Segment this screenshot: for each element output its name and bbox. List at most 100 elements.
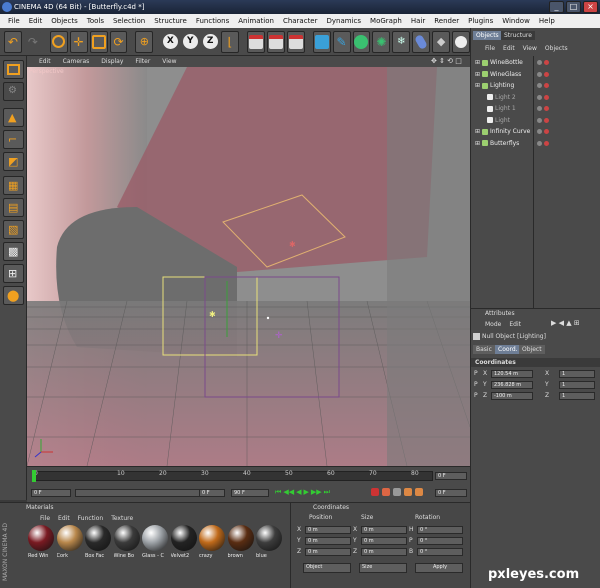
render-visibility-dot[interactable] [544, 71, 549, 77]
menu-file[interactable]: File [8, 17, 20, 25]
tab-coord[interactable]: Coord. [495, 345, 521, 354]
fps-field[interactable]: 0 F [435, 489, 467, 497]
go-end-icon[interactable]: ⏭ [324, 488, 330, 498]
tab-basic[interactable]: Basic [473, 345, 495, 354]
object-tree-item[interactable]: ⊞ Butterflys [475, 138, 535, 149]
position-field[interactable]: 0 m [305, 526, 351, 534]
menu-plugins[interactable]: Plugins [468, 17, 493, 25]
play-icon[interactable]: ▶ [303, 488, 308, 498]
menu-objects[interactable]: Objects [51, 17, 77, 25]
size-mode-select[interactable]: Size [359, 563, 407, 573]
menu-structure[interactable]: Structure [154, 17, 187, 25]
snap-button[interactable]: ⊞ [3, 264, 24, 283]
menu-tools[interactable]: Tools [87, 17, 104, 25]
editor-visibility-dot[interactable] [537, 140, 542, 146]
render-visibility-dot[interactable] [544, 60, 549, 65]
playback-controls[interactable]: ⏮ ◀◀ ◀ ▶ ▶▶ ⏭ [275, 488, 365, 498]
material-swatch[interactable] [85, 525, 111, 551]
editor-visibility-dot[interactable] [537, 71, 542, 77]
points-mode-button[interactable]: ▲ [3, 108, 24, 127]
attributes-menu-mode[interactable]: Mode [485, 321, 501, 328]
editor-visibility-dot[interactable] [537, 106, 542, 111]
position-value-field[interactable]: 120.54 m [491, 370, 533, 378]
spline-button[interactable]: ✎ [332, 30, 351, 53]
camera-button[interactable]: ◆ [432, 30, 451, 53]
position-field[interactable]: 0 m [305, 548, 351, 556]
apply-button[interactable]: Apply [415, 563, 463, 573]
expand-icon[interactable]: ⊞ [475, 138, 480, 149]
render-settings-button[interactable] [286, 30, 305, 53]
render-visibility-dot[interactable] [544, 83, 549, 88]
menu-render[interactable]: Render [434, 17, 459, 25]
editor-visibility-dot[interactable] [537, 129, 542, 134]
play-back-icon[interactable]: ◀ [296, 488, 301, 498]
go-start-icon[interactable]: ⏮ [275, 488, 281, 498]
material-swatch[interactable] [142, 525, 168, 551]
rotate-tool-button[interactable]: ⟳ [109, 30, 128, 53]
render-visibility-dot[interactable] [544, 140, 549, 146]
recent-tool-button[interactable]: ⊕ [135, 30, 154, 53]
object-tree-item[interactable]: ⊞ WineGlass [475, 69, 535, 80]
scale-value-field[interactable]: 1 [559, 381, 595, 389]
viewport-menu-edit[interactable]: Edit [39, 58, 51, 65]
scale-value-field[interactable]: 1 [559, 370, 595, 378]
menu-animation[interactable]: Animation [238, 17, 274, 25]
polygons-mode-button[interactable]: ◩ [3, 152, 24, 171]
maximize-button[interactable]: □ [566, 1, 581, 13]
material-swatch[interactable] [28, 525, 54, 551]
material-swatch[interactable] [227, 525, 254, 551]
menu-functions[interactable]: Functions [196, 17, 229, 25]
render-visibility-dot[interactable] [544, 106, 549, 111]
position-value-field[interactable]: -100 m [491, 392, 533, 400]
position-field[interactable]: 0 m [305, 537, 351, 545]
menu-dynamics[interactable]: Dynamics [327, 17, 362, 25]
material-swatch[interactable] [199, 525, 225, 551]
render-picture-viewer-button[interactable] [266, 30, 285, 53]
position-value-field[interactable]: 236.828 m [491, 381, 533, 389]
rotation-field[interactable]: 0 ° [417, 548, 463, 556]
objects-menu-edit[interactable]: Edit [503, 45, 515, 52]
material-swatch[interactable] [56, 525, 83, 551]
playhead[interactable] [32, 470, 36, 482]
tab-object[interactable]: Object [519, 345, 545, 354]
object-tree-item[interactable]: ⊞ WineBottle [475, 57, 535, 68]
materials-menu-function[interactable]: Function [78, 515, 104, 522]
size-field[interactable]: 0 m [361, 526, 407, 534]
size-field[interactable]: 0 m [361, 548, 407, 556]
prev-key-icon[interactable]: ◀◀ [283, 488, 294, 498]
render-visibility-dot[interactable] [544, 117, 549, 123]
expand-icon[interactable]: ⊞ [475, 69, 480, 80]
scale-key-icon[interactable] [415, 488, 423, 496]
tab-structure[interactable]: Structure [501, 31, 535, 40]
materials-menu-edit[interactable]: Edit [58, 515, 70, 522]
editor-visibility-dot[interactable] [537, 83, 542, 88]
tweak-mode-button[interactable]: ▩ [3, 242, 24, 261]
rotation-field[interactable]: 0 ° [417, 526, 463, 534]
editor-visibility-dot[interactable] [537, 94, 542, 100]
edges-mode-button[interactable]: ⌐ [3, 130, 24, 149]
viewport-menu-cameras[interactable]: Cameras [63, 58, 90, 65]
next-key-icon[interactable]: ▶▶ [311, 488, 322, 498]
menu-hair[interactable]: Hair [411, 17, 425, 25]
workplane-button[interactable]: ▧ [3, 220, 24, 239]
locked-workplane-button[interactable]: ⬤ [3, 286, 24, 305]
size-field[interactable]: 0 m [361, 537, 407, 545]
z-axis-button[interactable]: Z [201, 30, 220, 53]
position-key-icon[interactable] [404, 488, 412, 496]
material-swatch[interactable] [170, 525, 197, 551]
undo-button[interactable]: ↶ [4, 30, 22, 53]
expand-icon[interactable]: ⊞ [475, 57, 480, 68]
move-tool-button[interactable]: ✛ [69, 30, 88, 53]
render-view-button[interactable] [246, 30, 265, 53]
expand-icon[interactable]: ⊞ [475, 126, 480, 137]
menu-selection[interactable]: Selection [113, 17, 145, 25]
range-end-field[interactable]: 0 F [199, 489, 225, 497]
array-button[interactable]: ✺ [372, 30, 391, 53]
max-frame-field[interactable]: 90 F [231, 489, 269, 497]
render-visibility-dot[interactable] [544, 129, 549, 134]
viewport-menu-view[interactable]: View [162, 58, 176, 65]
menu-character[interactable]: Character [283, 17, 318, 25]
expand-icon[interactable]: ⊞ [475, 80, 480, 91]
y-axis-button[interactable]: Y [181, 30, 200, 53]
object-tree-item[interactable]: ⊞ Lighting [475, 80, 535, 91]
